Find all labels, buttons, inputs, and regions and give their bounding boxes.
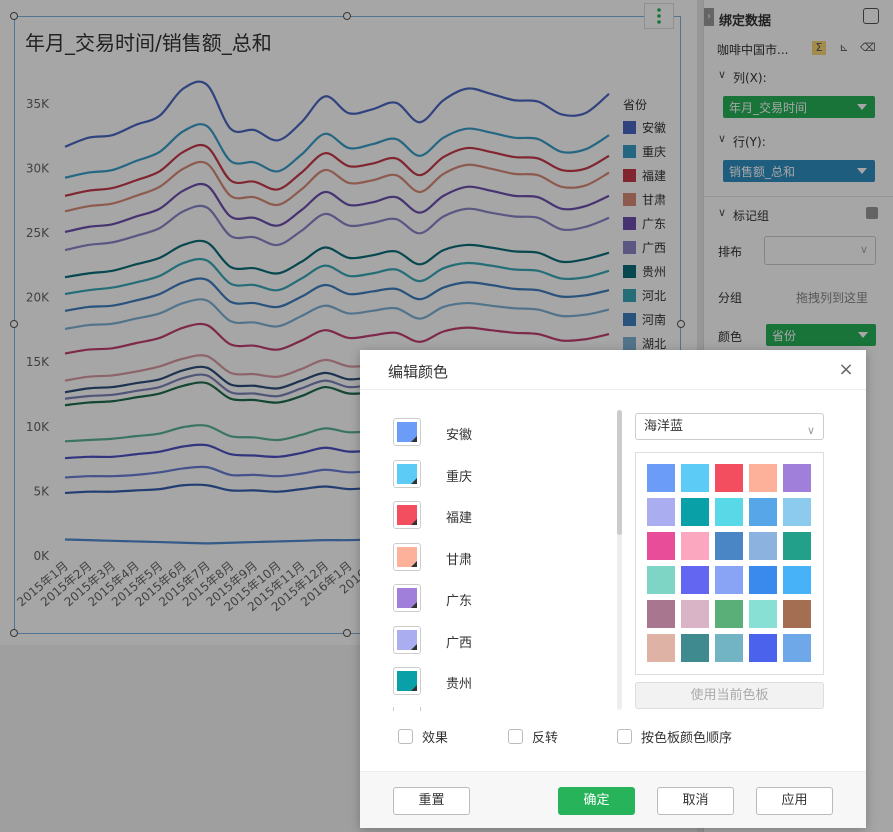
palette-color-cell[interactable] (647, 464, 675, 492)
corner-triangle-icon (411, 643, 417, 650)
corner-triangle-icon (411, 685, 417, 691)
checkbox-label: 反转 (532, 730, 559, 746)
checkbox-label: 按色板颜色顺序 (641, 730, 733, 746)
palette-color-cell[interactable] (783, 498, 811, 526)
color-mapping-item[interactable]: 广东 (393, 584, 472, 612)
palette-color-cell[interactable] (715, 600, 743, 628)
palette-color-cell[interactable] (715, 634, 743, 662)
palette-color-cell[interactable] (647, 600, 675, 628)
color-mapping-item[interactable]: 甘肃 (393, 542, 472, 571)
palette-color-cell[interactable] (681, 464, 709, 492)
palette-color-cell[interactable] (647, 532, 675, 560)
color-mapping-item-partial (393, 707, 421, 711)
corner-triangle-icon (411, 560, 417, 567)
checkbox-box[interactable] (617, 728, 632, 744)
close-icon[interactable]: × (836, 360, 856, 380)
color-mapping-item[interactable]: 安徽 (393, 418, 472, 446)
color-swatch-button[interactable] (393, 542, 421, 571)
color-item-label: 重庆 (446, 469, 473, 485)
scrollbar-thumb[interactable] (617, 410, 622, 535)
corner-triangle-icon (411, 436, 417, 442)
dialog-header: 编辑颜色 × (360, 350, 866, 390)
palette-color-cell[interactable] (715, 532, 743, 560)
palette-color-cell[interactable] (715, 566, 743, 594)
chevron-down-icon: ∨ (806, 424, 815, 437)
corner-triangle-icon (411, 602, 417, 608)
palette-color-cell[interactable] (647, 566, 675, 594)
palette-color-cell[interactable] (681, 532, 709, 560)
palette-select[interactable]: 海洋蓝 ∨ (635, 413, 824, 440)
use-current-palette-button[interactable]: 使用当前色板 (635, 682, 824, 709)
color-item-label: 广东 (446, 594, 473, 609)
color-swatch-button (393, 707, 421, 711)
color-mapping-item[interactable]: 贵州 (393, 667, 472, 695)
palette-color-cell[interactable] (715, 464, 743, 492)
palette-color-cell[interactable] (749, 566, 777, 594)
color-swatch-button[interactable] (393, 418, 421, 446)
list-scrollbar[interactable] (617, 410, 622, 710)
corner-triangle-icon (411, 477, 417, 484)
checkbox-box[interactable] (398, 728, 413, 744)
ok-button[interactable]: 确定 (558, 787, 635, 815)
color-swatch-button[interactable] (393, 667, 421, 695)
dialog-title: 编辑颜色 (388, 363, 449, 381)
palette-color-cell[interactable] (749, 532, 777, 560)
palette-color-cell[interactable] (647, 498, 675, 526)
effect-checkbox[interactable]: 效果 (398, 728, 449, 746)
color-item-label: 贵州 (446, 677, 473, 692)
color-mapping-item[interactable]: 广西 (393, 625, 472, 654)
reverse-checkbox[interactable]: 反转 (508, 728, 559, 746)
color-swatch-button[interactable] (393, 459, 421, 488)
palette-color-cell[interactable] (681, 498, 709, 526)
palette-order-checkbox[interactable]: 按色板颜色顺序 (617, 728, 733, 746)
palette-color-cell[interactable] (783, 464, 811, 492)
palette-color-cell[interactable] (783, 532, 811, 560)
color-swatch-button[interactable] (393, 584, 421, 612)
palette-grid (635, 452, 824, 675)
reset-button[interactable]: 重置 (393, 787, 470, 815)
palette-color-cell[interactable] (681, 566, 709, 594)
color-item-label: 安徽 (446, 428, 473, 443)
apply-button[interactable]: 应用 (756, 787, 833, 815)
palette-color-cell[interactable] (749, 600, 777, 628)
cancel-button[interactable]: 取消 (657, 787, 734, 815)
color-item-label: 广西 (446, 635, 473, 651)
color-item-label: 福建 (446, 511, 473, 526)
palette-color-cell[interactable] (681, 600, 709, 628)
color-swatch-button[interactable] (393, 501, 421, 529)
checkbox-label: 效果 (422, 730, 449, 746)
palette-color-cell[interactable] (749, 634, 777, 662)
palette-name: 海洋蓝 (644, 419, 684, 434)
checkbox-box[interactable] (508, 728, 523, 744)
color-swatch-button[interactable] (393, 625, 421, 654)
palette-color-cell[interactable] (783, 634, 811, 662)
palette-color-cell[interactable] (715, 498, 743, 526)
color-mapping-item[interactable]: 重庆 (393, 459, 472, 488)
palette-color-cell[interactable] (749, 498, 777, 526)
palette-color-cell[interactable] (647, 634, 675, 662)
palette-color-cell[interactable] (749, 464, 777, 492)
color-mapping-item[interactable]: 福建 (393, 501, 472, 529)
color-item-label: 甘肃 (446, 552, 473, 568)
palette-color-cell[interactable] (681, 634, 709, 662)
dialog-footer: 重置 确定 取消 应用 (360, 771, 866, 828)
palette-color-cell[interactable] (783, 566, 811, 594)
corner-triangle-icon (411, 519, 417, 525)
palette-color-cell[interactable] (783, 600, 811, 628)
edit-color-dialog: 编辑颜色 × 安徽重庆福建甘肃广东广西贵州 海洋蓝 ∨ 使用当前色板 效果 反转… (360, 350, 866, 828)
